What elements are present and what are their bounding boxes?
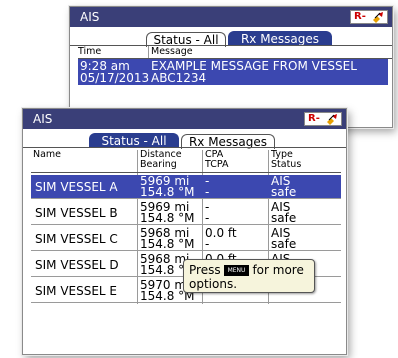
tab-strip: Status - All Rx Messages: [70, 29, 392, 47]
tab-status-all[interactable]: Status - All: [89, 133, 179, 148]
title-bar: AIS R-: [23, 109, 346, 129]
menu-hint-popup: Press MENU for more options.: [183, 259, 315, 293]
window-title: AIS: [33, 112, 53, 126]
hint-text-after: for more: [252, 263, 304, 277]
vessel-cpa: 0.0 ft: [205, 226, 237, 240]
satellite-icon: [327, 114, 337, 125]
header-underline: [31, 172, 341, 173]
status-indicators: R-: [350, 10, 388, 24]
status-indicators: R-: [304, 112, 342, 126]
column-bearing: Bearing: [140, 159, 177, 170]
vessel-tcpa: -: [205, 211, 210, 225]
vessel-name: SIM VESSEL B: [35, 206, 118, 220]
vessel-tcpa: -: [205, 185, 210, 199]
tab-rx-messages[interactable]: Rx Messages: [228, 31, 332, 46]
column-separator: [148, 46, 149, 58]
vessel-name: SIM VESSEL C: [35, 232, 118, 246]
column-status: Status: [271, 159, 302, 170]
vessel-status: safe: [271, 185, 297, 199]
vessel-name: SIM VESSEL E: [35, 284, 118, 298]
message-date: 05/17/2013: [80, 71, 150, 85]
hint-text-line2: options.: [189, 277, 238, 291]
vessel-bearing: 154.8 °M: [140, 237, 195, 251]
column-tcpa: TCPA: [205, 159, 229, 170]
vessel-status: safe: [271, 237, 297, 251]
menu-key-icon: MENU: [223, 265, 250, 276]
indicator-label: R-: [308, 113, 320, 124]
satellite-icon: [373, 12, 383, 23]
column-message: Message: [151, 46, 193, 57]
tab-divider: [70, 45, 392, 46]
indicator-label: R-: [354, 11, 366, 22]
vessel-bearing: 154.8 °M: [140, 185, 195, 199]
hint-text-before: Press: [189, 263, 221, 277]
column-time: Time: [78, 46, 102, 57]
vessel-name: SIM VESSEL D: [35, 258, 119, 272]
vessel-name: SIM VESSEL A: [35, 180, 118, 194]
vessel-tcpa: -: [205, 237, 210, 251]
vessel-bearing: 154.8 °M: [140, 211, 195, 225]
ais-window-status: AIS R- Status - All Rx Messages Name Dis…: [22, 108, 347, 355]
title-bar: AIS R-: [70, 7, 392, 27]
message-row[interactable]: 9:28 am 05/17/2013 EXAMPLE MESSAGE FROM …: [78, 59, 388, 85]
vessel-row[interactable]: SIM VESSEL B 5969 mi 154.8 °M - - AIS sa…: [31, 201, 341, 225]
vessel-row[interactable]: SIM VESSEL C 5968 mi 154.8 °M 0.0 ft - A…: [31, 227, 341, 251]
window-title: AIS: [80, 10, 100, 24]
vessel-row[interactable]: SIM VESSEL A 5969 mi 154.8 °M - - AIS sa…: [31, 175, 341, 199]
tab-strip: Status - All Rx Messages: [23, 131, 346, 149]
vessel-status: safe: [271, 211, 297, 225]
tab-divider: [23, 147, 346, 148]
message-sender: ABC1234: [151, 71, 207, 85]
column-name: Name: [33, 149, 62, 160]
